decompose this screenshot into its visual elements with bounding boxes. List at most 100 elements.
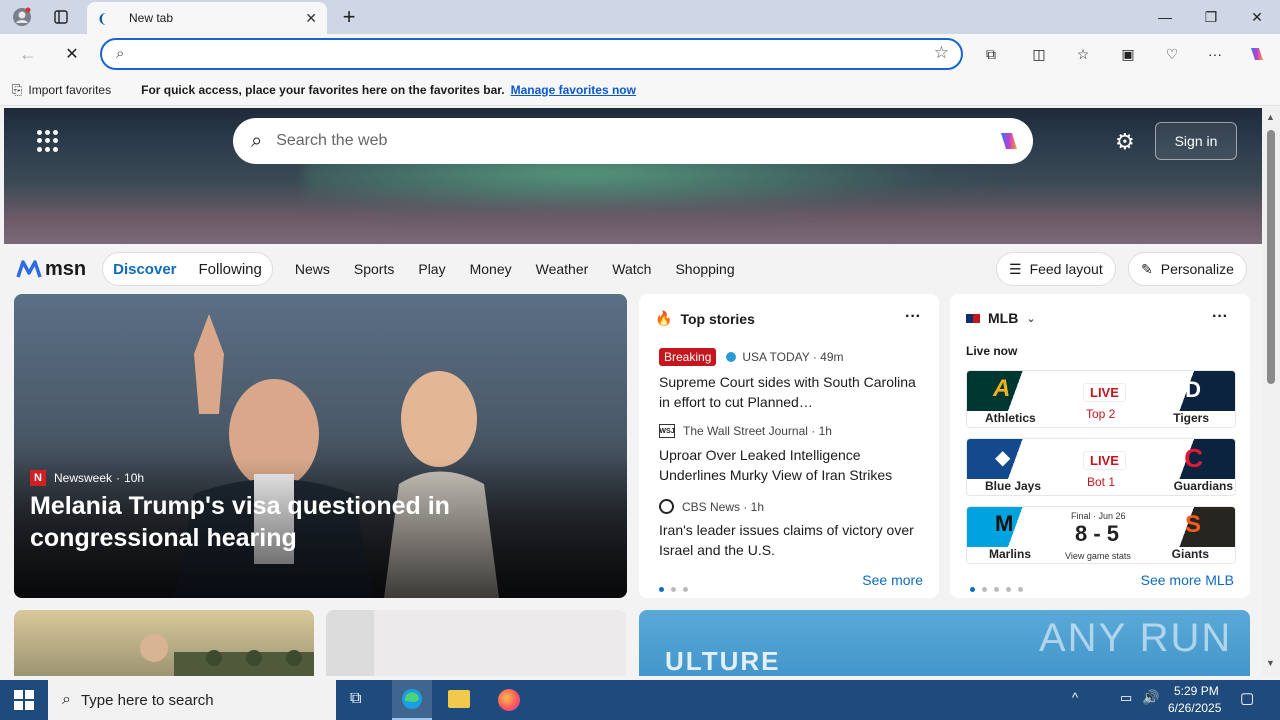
story-headline[interactable]: Supreme Court sides with South Carolina … — [659, 372, 924, 412]
clock-time[interactable]: 5:29 PM — [1174, 684, 1219, 698]
mlb-card: MLB ⌄ ··· Live now A D Athletics Tigers … — [950, 294, 1250, 598]
search-icon: ⌕ — [251, 129, 263, 152]
tab-actions-icon[interactable] — [48, 0, 74, 34]
view-game-stats-link[interactable]: View game stats — [1065, 551, 1131, 561]
carousel-dots — [970, 579, 1030, 597]
copilot-icon[interactable] — [1245, 37, 1269, 71]
profile-icon[interactable] — [8, 0, 36, 34]
mlb-title[interactable]: MLB — [988, 310, 1018, 326]
search-placeholder: Search the web — [276, 132, 388, 149]
import-favorites-button[interactable]: Import favorites — [28, 83, 111, 97]
personalize-button[interactable]: ✎ Personalize — [1128, 252, 1247, 286]
favorites-icon[interactable]: ☆ — [1072, 37, 1094, 71]
settings-gear-icon[interactable]: ⚙ — [1115, 129, 1135, 155]
close-window-button[interactable]: ✕ — [1242, 0, 1272, 34]
nav-watch[interactable]: Watch — [612, 261, 651, 277]
top-stories-title: Top stories — [680, 310, 755, 327]
minimize-button[interactable]: — — [1150, 0, 1180, 34]
game-row[interactable]: M S Marlins Giants Final · Jun 26 8 - 5 … — [966, 506, 1236, 564]
live-badge: LIVE — [1083, 383, 1126, 402]
taskbar-search-box[interactable]: ⌕ Type here to search — [48, 680, 336, 720]
manage-favorites-link[interactable]: Manage favorites now — [511, 83, 636, 97]
extensions-icon[interactable]: ⧉ — [980, 37, 1002, 71]
browser-essentials-icon[interactable]: ♡ — [1161, 37, 1183, 71]
more-options-icon[interactable]: ··· — [905, 308, 921, 326]
feed-layout-button[interactable]: ☰ Feed layout — [996, 252, 1116, 286]
game-row[interactable]: ◆ C Blue Jays Guardians LIVE Bot 1 — [966, 438, 1236, 496]
nav-money[interactable]: Money — [470, 261, 512, 277]
close-tab-icon[interactable]: ✕ — [305, 10, 317, 27]
stop-loading-icon[interactable]: ✕ — [58, 37, 86, 71]
msn-logo[interactable]: msn — [16, 258, 86, 281]
story-source: CBS News · 1h — [682, 499, 765, 514]
nav-news[interactable]: News — [295, 261, 330, 277]
address-bar[interactable]: ⌕ ☆ — [100, 38, 963, 70]
apps-launcher-icon[interactable] — [37, 130, 59, 152]
discover-following-toggle: Discover Following — [102, 252, 273, 286]
favorite-star-icon[interactable]: ☆ — [934, 43, 949, 63]
address-input[interactable] — [142, 43, 902, 65]
sign-in-button[interactable]: Sign in — [1155, 122, 1237, 160]
tab-following[interactable]: Following — [199, 261, 262, 278]
windows-start-icon[interactable] — [14, 690, 34, 710]
guardians-logo: C — [1184, 443, 1203, 473]
tab-new-tab[interactable]: ❨ New tab ✕ — [87, 2, 327, 34]
scroll-thumb[interactable] — [1267, 130, 1275, 384]
news-card[interactable]: ULTURE ANY RUN — [639, 610, 1250, 676]
new-tab-button[interactable]: + — [336, 0, 362, 34]
news-card-loading[interactable] — [326, 610, 626, 676]
page-scrollbar[interactable]: ▲ ▼ — [1262, 108, 1280, 676]
hero-background: ⌕ Search the web ⚙ Sign in — [4, 108, 1262, 244]
game-status: Final · Jun 26 — [1071, 511, 1126, 521]
scroll-down-icon[interactable]: ▼ — [1266, 658, 1275, 668]
story-source: USA TODAY · 49m — [742, 350, 844, 364]
settings-more-icon[interactable]: ··· — [1204, 37, 1226, 71]
volume-icon[interactable]: 🔊 — [1142, 689, 1159, 706]
story-headline[interactable]: Uproar Over Leaked Intelligence Underlin… — [659, 445, 924, 485]
home-team: Tigers — [1173, 411, 1209, 425]
tab-discover[interactable]: Discover — [113, 261, 176, 278]
see-more-link[interactable]: See more — [862, 572, 923, 588]
web-search-box[interactable]: ⌕ Search the web — [233, 118, 1033, 164]
task-view-icon[interactable]: ⧉ — [350, 690, 361, 708]
search-icon: ⌕ — [62, 691, 71, 708]
tigers-logo: D — [1185, 377, 1201, 402]
more-options-icon[interactable]: ··· — [1212, 308, 1228, 326]
split-screen-icon[interactable]: ◫ — [1028, 37, 1050, 71]
top-stories-card: 🔥 Top stories ··· Breaking USA TODAY · 4… — [639, 294, 939, 598]
nav-weather[interactable]: Weather — [536, 261, 589, 277]
favorites-message: For quick access, place your favorites h… — [141, 82, 505, 97]
nav-shopping[interactable]: Shopping — [675, 261, 734, 277]
flame-icon: 🔥 — [655, 310, 673, 326]
soldiers-photo — [140, 634, 314, 676]
clock-date[interactable]: 6/26/2025 — [1168, 701, 1221, 715]
favorites-bar: ⎘ Import favorites For quick access, pla… — [0, 74, 1280, 106]
tray-overflow-icon[interactable]: ^ — [1072, 690, 1078, 705]
msn-page: ⌕ Search the web ⚙ Sign in msn Discover … — [4, 108, 1262, 676]
import-favorites-icon: ⎘ — [12, 81, 23, 97]
file-explorer-icon[interactable] — [448, 690, 470, 708]
see-more-mlb-link[interactable]: See more MLB — [1141, 572, 1234, 588]
story-source: The Wall Street Journal · 1h — [683, 424, 832, 438]
copilot-icon[interactable] — [995, 127, 1023, 160]
hero-headline[interactable]: Melania Trump's visa questioned in congr… — [30, 490, 590, 554]
hero-story-card[interactable]: N Newsweek · 10h Melania Trump's visa qu… — [14, 294, 627, 598]
scroll-up-icon[interactable]: ▲ — [1266, 112, 1275, 122]
firefox-icon[interactable] — [498, 689, 520, 711]
chevron-down-icon[interactable]: ⌄ — [1026, 312, 1035, 325]
restore-button[interactable]: ❐ — [1196, 0, 1226, 34]
live-badge: LIVE — [1083, 451, 1126, 470]
nav-play[interactable]: Play — [418, 261, 445, 277]
back-icon[interactable]: ← — [14, 37, 42, 71]
notifications-icon[interactable]: ▢ — [1240, 689, 1254, 707]
marlins-logo: M — [995, 511, 1014, 536]
story-headline[interactable]: Iran's leader issues claims of victory o… — [659, 520, 924, 560]
nav-sports[interactable]: Sports — [354, 261, 394, 277]
search-icon: ⌕ — [116, 45, 125, 62]
edge-taskbar-icon[interactable] — [392, 680, 432, 720]
network-icon[interactable]: ▭ — [1120, 690, 1132, 706]
game-row[interactable]: A D Athletics Tigers LIVE Top 2 — [966, 370, 1236, 428]
news-card[interactable] — [14, 610, 314, 676]
home-team: Giants — [1171, 547, 1209, 561]
collections-icon[interactable]: ▣ — [1117, 37, 1139, 71]
